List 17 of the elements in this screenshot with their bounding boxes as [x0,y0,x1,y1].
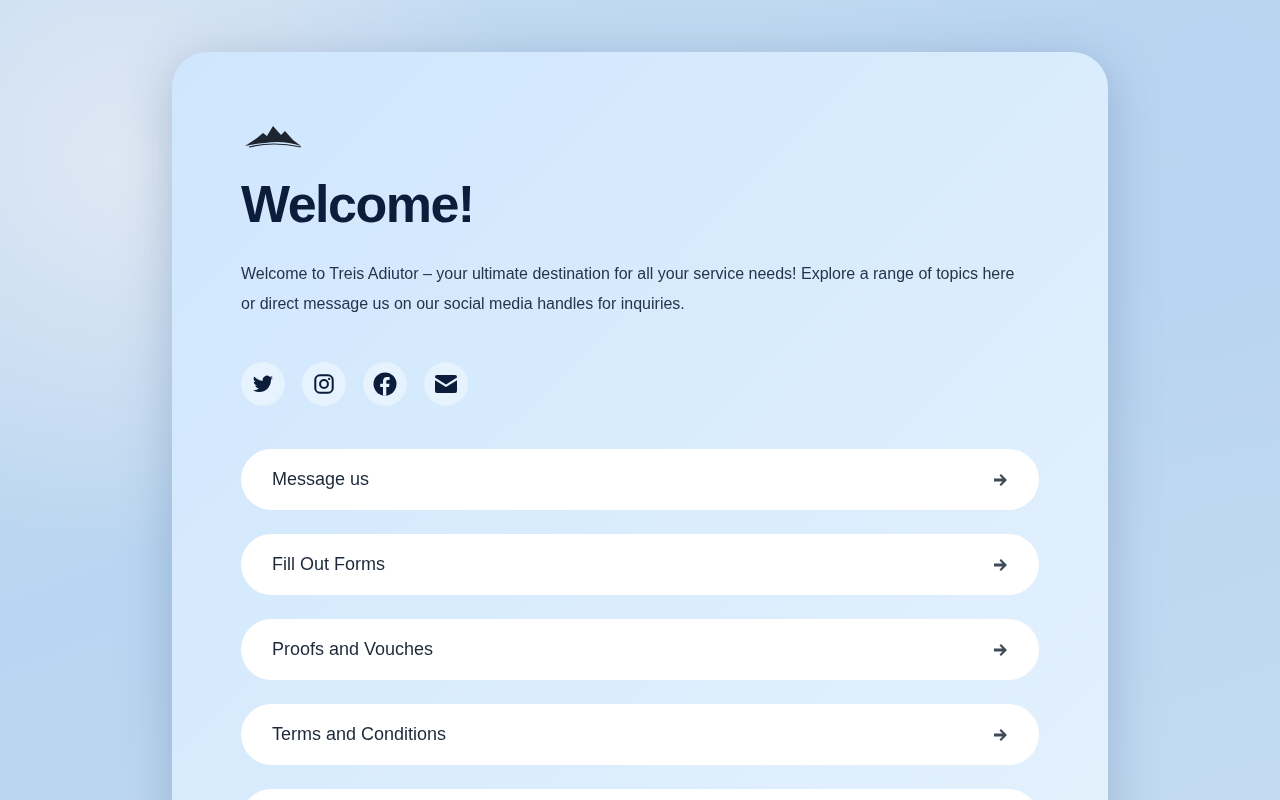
twitter-button[interactable] [241,362,285,407]
email-button[interactable] [424,362,468,407]
link-button[interactable]: Proofs and Vouches [241,619,1039,681]
facebook-icon [373,372,397,397]
envelope-icon [434,374,458,395]
arrow-right-icon [993,471,1009,488]
arrow-right-icon [993,556,1009,573]
arrow-right-icon [993,726,1009,743]
camera-icon [313,373,335,396]
instagram-button[interactable] [302,362,346,407]
welcome-heading: Welcome! [241,176,474,234]
link-button[interactable]: Terms and Conditions [241,704,1039,766]
facebook-button[interactable] [363,362,407,407]
link-button[interactable]: Fill Out Forms [241,534,1039,596]
arrow-right-icon [993,641,1009,658]
intro-paragraph: Welcome to Treis Adiutor – your ultimate destination for all your service needs! Explore a range of topics here or direct message us on our social media handles for inquiries. [241,264,1016,315]
link-button[interactable]: Message us [241,449,1039,511]
